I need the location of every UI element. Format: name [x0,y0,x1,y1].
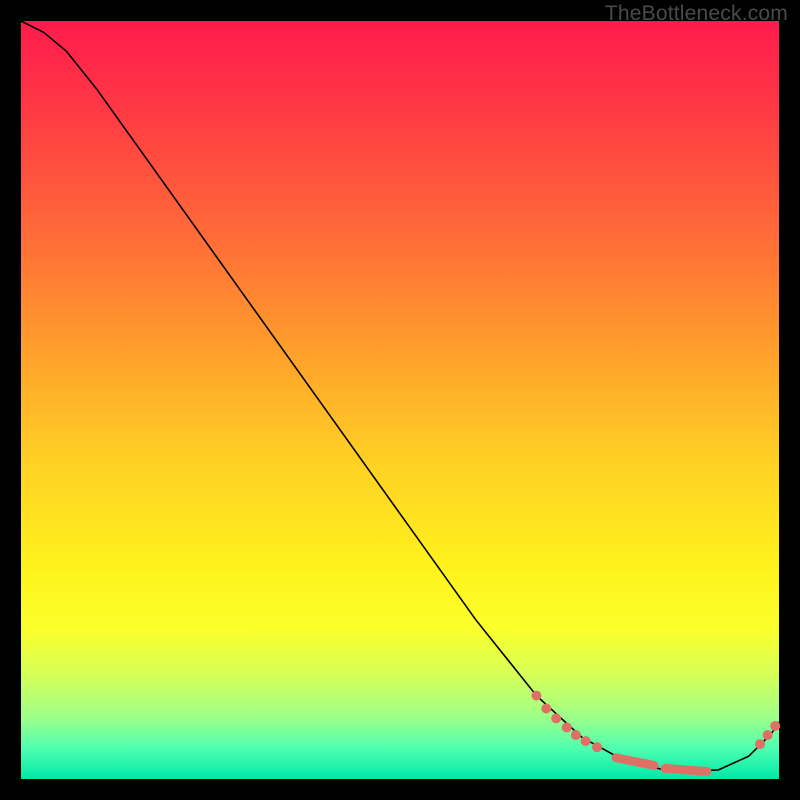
data-point [592,742,602,752]
chart-overlay-svg [21,21,779,779]
bottleneck-curve [21,21,779,771]
data-points-group [531,691,780,776]
data-point [571,730,581,740]
data-point [531,691,541,701]
data-point [541,704,551,714]
data-point [770,721,780,731]
data-point [763,730,773,740]
data-point [649,761,658,770]
data-point [562,722,572,732]
gradient-plot-area [21,21,779,779]
data-point [551,713,561,723]
data-point [581,736,591,746]
watermark-text: TheBottleneck.com [605,2,788,26]
chart-stage: TheBottleneck.com [0,0,800,800]
data-point [755,739,765,749]
data-point [702,767,711,776]
